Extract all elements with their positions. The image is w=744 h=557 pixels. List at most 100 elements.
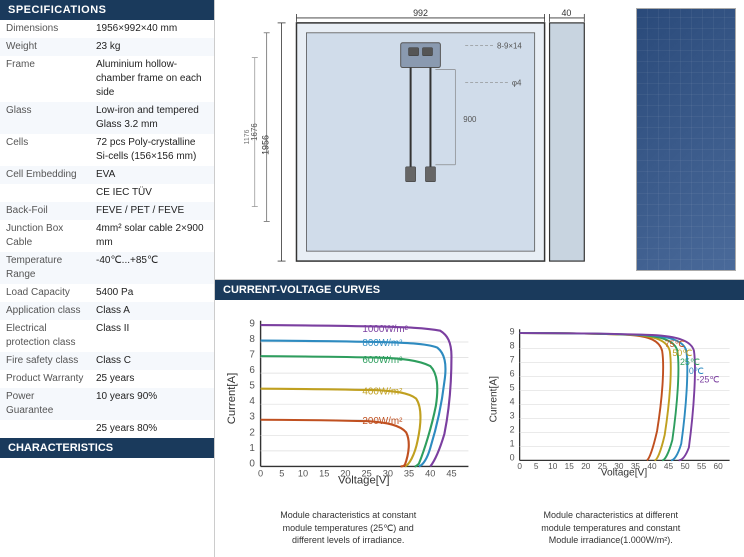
- svg-text:4: 4: [249, 396, 255, 407]
- spec-label: Cell Embedding: [0, 166, 90, 184]
- svg-text:400W/m²: 400W/m²: [362, 386, 403, 397]
- svg-text:2: 2: [249, 427, 255, 438]
- svg-text:8-9×14: 8-9×14: [497, 42, 522, 51]
- spec-value: 10 years 90%: [90, 388, 214, 420]
- right-panel: 992 40: [215, 0, 744, 557]
- svg-text:7: 7: [509, 354, 514, 364]
- svg-text:9: 9: [249, 318, 255, 329]
- svg-text:1956: 1956: [261, 135, 271, 155]
- svg-text:35: 35: [630, 462, 640, 471]
- svg-text:600W/m²: 600W/m²: [362, 355, 403, 366]
- svg-text:1: 1: [249, 443, 255, 454]
- svg-text:25: 25: [362, 468, 372, 478]
- svg-text:10: 10: [548, 462, 558, 471]
- svg-text:20: 20: [581, 462, 591, 471]
- svg-text:1: 1: [509, 438, 514, 448]
- technical-drawing: 992 40: [223, 8, 628, 271]
- svg-text:40: 40: [647, 462, 657, 471]
- spec-label: Load Capacity: [0, 284, 90, 302]
- spec-value: Class C: [90, 352, 214, 370]
- spec-label: Product Warranty: [0, 370, 90, 388]
- svg-text:20: 20: [340, 468, 350, 478]
- spec-value: 5400 Pa: [90, 284, 214, 302]
- svg-text:Voltage[V]: Voltage[V]: [600, 468, 647, 479]
- svg-text:30: 30: [614, 462, 624, 471]
- svg-text:0: 0: [258, 468, 263, 478]
- spec-value: 72 pcs Poly-crystalline Si-cells (156×15…: [90, 134, 214, 166]
- spec-value: FEVE / PET / FEVE: [90, 202, 214, 220]
- curves-section: CURRENT-VOLTAGE CURVES Current[A] Voltag…: [215, 280, 744, 557]
- svg-text:5: 5: [249, 381, 255, 392]
- chart2-title: Module characteristics at different modu…: [541, 509, 680, 547]
- spec-value: EVA: [90, 166, 214, 184]
- svg-text:8: 8: [249, 334, 255, 345]
- svg-text:0: 0: [249, 458, 255, 469]
- svg-text:4: 4: [509, 396, 514, 406]
- left-panel: SPECIFICATIONS Dimensions1956×992×40 mmW…: [0, 0, 215, 557]
- svg-text:45: 45: [663, 462, 673, 471]
- svg-text:-25℃: -25℃: [696, 375, 719, 385]
- chart2-container: Current[A] Voltage[V] 0 1 2 3 4 5 6 7 8 …: [484, 306, 739, 547]
- curves-content: Current[A] Voltage[V] 0 1 2 3 4 5 6 7 8 …: [215, 300, 744, 553]
- spec-value: 25 years 80%: [90, 420, 214, 438]
- spec-label: Dimensions: [0, 20, 90, 38]
- svg-text:35: 35: [404, 468, 414, 478]
- spec-label: Weight: [0, 38, 90, 56]
- svg-text:0: 0: [517, 462, 522, 471]
- svg-text:5: 5: [509, 382, 514, 392]
- svg-text:3: 3: [509, 410, 514, 420]
- spec-label: Junction Box Cable: [0, 220, 90, 252]
- spec-value: Low-iron and tempered Glass 3.2 mm: [90, 102, 214, 134]
- spec-label: Application class: [0, 302, 90, 320]
- chart1-container: Current[A] Voltage[V] 0 1 2 3 4 5 6 7 8 …: [221, 306, 476, 547]
- spec-label: Electrical protection class: [0, 320, 90, 352]
- specs-table: Dimensions1956×992×40 mmWeight23 kgFrame…: [0, 20, 214, 438]
- spec-value: 25 years: [90, 370, 214, 388]
- svg-text:7: 7: [249, 350, 255, 361]
- svg-text:8: 8: [509, 340, 514, 350]
- svg-text:60: 60: [713, 462, 723, 471]
- svg-text:25: 25: [597, 462, 607, 471]
- svg-text:1176: 1176: [244, 129, 251, 144]
- spec-label: Power Guarantee: [0, 388, 90, 420]
- svg-text:30: 30: [383, 468, 393, 478]
- chart1-title: Module characteristics at constant modul…: [280, 509, 416, 547]
- specs-header: SPECIFICATIONS: [0, 0, 214, 20]
- svg-text:40: 40: [425, 468, 435, 478]
- spec-label: Glass: [0, 102, 90, 134]
- spec-label: Temperature Range: [0, 252, 90, 284]
- curves-header: CURRENT-VOLTAGE CURVES: [215, 280, 744, 300]
- svg-text:Current[A]: Current[A]: [488, 376, 499, 423]
- svg-text:0: 0: [509, 452, 514, 462]
- svg-text:3: 3: [249, 412, 255, 423]
- svg-text:φ4: φ4: [512, 78, 522, 87]
- chart1-svg: Current[A] Voltage[V] 0 1 2 3 4 5 6 7 8 …: [221, 306, 476, 505]
- svg-text:50: 50: [680, 462, 690, 471]
- drawing-area: 992 40: [215, 0, 744, 280]
- svg-text:200W/m²: 200W/m²: [362, 416, 403, 427]
- svg-text:2: 2: [509, 424, 514, 434]
- spec-label: Cells: [0, 134, 90, 166]
- svg-text:6: 6: [509, 368, 514, 378]
- spec-label: Fire safety class: [0, 352, 90, 370]
- spec-value: -40℃...+85℃: [90, 252, 214, 284]
- spec-value: CE IEC TÜV: [90, 184, 214, 202]
- spec-value: Class II: [90, 320, 214, 352]
- svg-text:5: 5: [279, 468, 284, 478]
- spec-label: [0, 184, 90, 202]
- spec-label: [0, 420, 90, 438]
- panel-photo: [636, 8, 736, 271]
- main-content: SPECIFICATIONS Dimensions1956×992×40 mmW…: [0, 0, 744, 557]
- svg-text:5: 5: [533, 462, 538, 471]
- svg-text:45: 45: [446, 468, 456, 478]
- spec-label: Back-Foil: [0, 202, 90, 220]
- panel-photo-inner: [637, 9, 735, 270]
- chart2-svg: Current[A] Voltage[V] 0 1 2 3 4 5 6 7 8 …: [484, 306, 739, 505]
- svg-text:6: 6: [249, 365, 255, 376]
- spec-value: 1956×992×40 mm: [90, 20, 214, 38]
- spec-value: Aluminium hollow-chamber frame on each s…: [90, 56, 214, 102]
- svg-text:9: 9: [509, 326, 514, 336]
- svg-text:1000W/m²: 1000W/m²: [362, 324, 408, 335]
- svg-text:900: 900: [463, 115, 477, 124]
- svg-text:15: 15: [564, 462, 574, 471]
